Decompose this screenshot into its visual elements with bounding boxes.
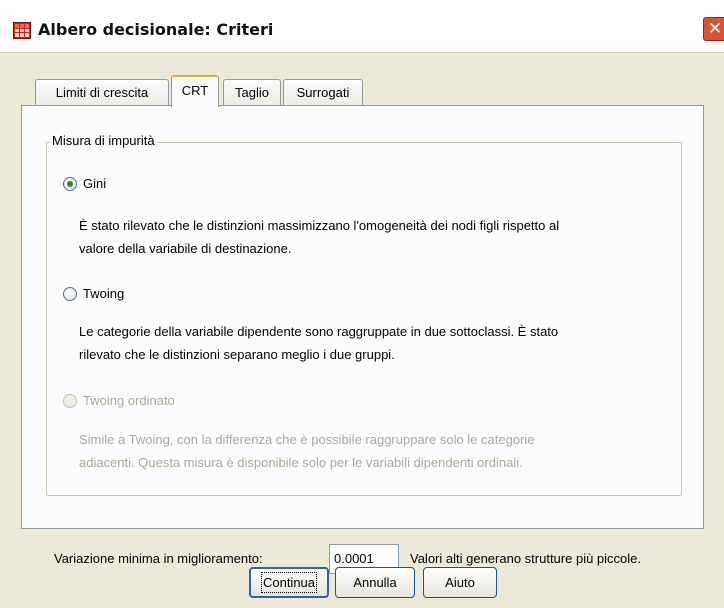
min-change-hint: Valori alti generano strutture più picco…	[410, 551, 641, 566]
tab-crt[interactable]: CRT	[171, 75, 219, 107]
continue-button[interactable]: Continua	[249, 567, 329, 598]
gini-description: È stato rilevato che le distinzioni mass…	[79, 214, 679, 260]
gini-label[interactable]: Gini	[83, 176, 106, 191]
twoing-description: Le categorie della variabile dipendente …	[79, 320, 679, 366]
twoing-radio[interactable]	[63, 287, 77, 301]
criteria-dialog: Albero decisionale: Criteri ✕ Limiti di …	[0, 0, 724, 608]
tab-taglio[interactable]: Taglio	[223, 79, 281, 106]
twoing-ordinato-description-line: adiacenti. Questa misura è disponibile s…	[79, 455, 523, 470]
help-button[interactable]: Aiuto	[423, 567, 497, 598]
twoing-description-line: Le categorie della variabile dipendente …	[79, 324, 559, 339]
gini-description-line: È stato rilevato che le distinzioni mass…	[79, 218, 560, 233]
twoing-ordinato-radio	[63, 394, 77, 408]
twoing-label[interactable]: Twoing	[83, 286, 124, 301]
twoing-description-line: rilevato che le distinzioni separano meg…	[79, 347, 395, 362]
window-title: Albero decisionale: Criteri	[38, 20, 274, 39]
impurity-group-legend: Misura di impurità	[50, 133, 157, 148]
tab-surrogati[interactable]: Surrogati	[283, 79, 363, 106]
cancel-button[interactable]: Annulla	[335, 567, 415, 598]
gini-description-line: valore della variabile di destinazione.	[79, 241, 292, 256]
close-icon[interactable]: ✕	[703, 17, 724, 41]
twoing-ordinato-description: Simile a Twoing, con la differenza che è…	[79, 428, 679, 474]
title-bar: Albero decisionale: Criteri ✕	[0, 0, 724, 53]
min-change-label: Variazione minima in miglioramento:	[54, 551, 263, 566]
gini-radio[interactable]	[63, 177, 77, 191]
twoing-ordinato-description-line: Simile a Twoing, con la differenza che è…	[79, 432, 535, 447]
twoing-ordinato-label: Twoing ordinato	[83, 393, 175, 408]
continue-button-label: Continua	[260, 572, 318, 593]
app-icon	[13, 22, 31, 39]
tab-limiti-di-crescita[interactable]: Limiti di crescita	[35, 79, 169, 106]
